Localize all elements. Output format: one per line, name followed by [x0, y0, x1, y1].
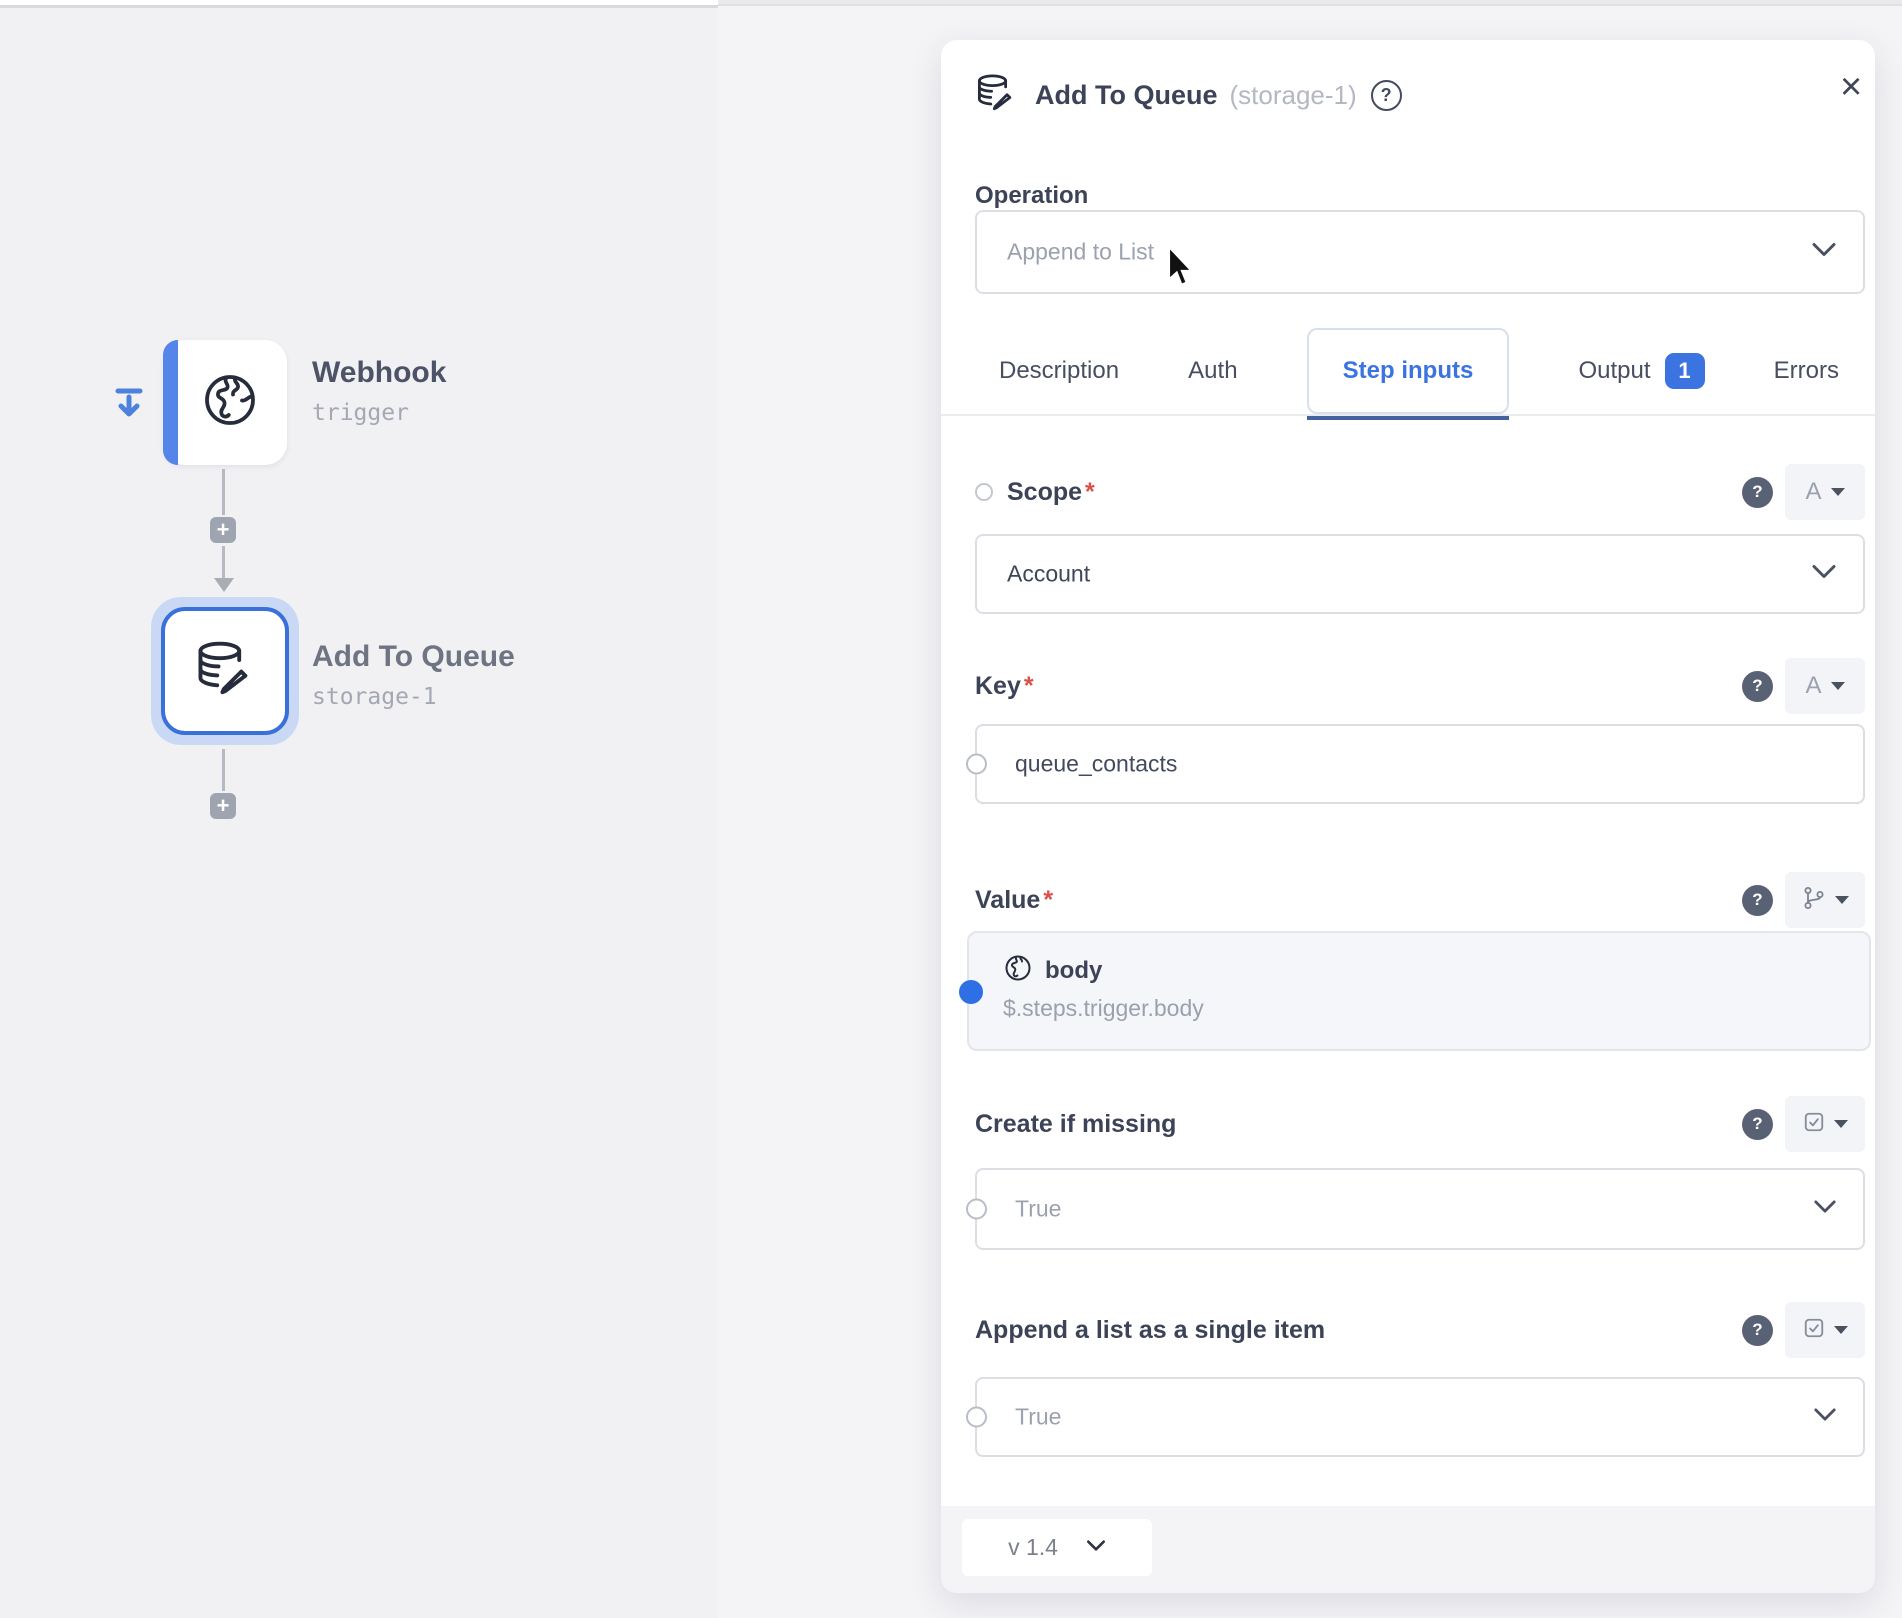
tabs-divider [941, 414, 1875, 416]
workflow-node-add-to-queue[interactable] [151, 597, 299, 745]
top-toolbar-edge [0, 0, 718, 8]
mapped-indicator-dot[interactable] [959, 980, 983, 1004]
create-if-missing-select[interactable]: True [975, 1168, 1865, 1250]
mapping-radio-icon[interactable] [966, 1407, 987, 1428]
step-config-panel: Add To Queue (storage-1) ? × Operation A… [941, 40, 1875, 1593]
operation-select[interactable]: Append to List [975, 210, 1865, 294]
help-icon[interactable]: ? [1742, 477, 1773, 508]
node-title-webhook: Webhook [312, 356, 446, 390]
required-asterisk: * [1024, 672, 1034, 701]
add-step-button[interactable]: + [210, 517, 236, 543]
selected-node-box [161, 607, 289, 735]
tab-output[interactable]: Output 1 [1578, 353, 1704, 389]
database-edit-icon [975, 72, 1017, 119]
triangle-down-icon [1835, 896, 1849, 904]
create-if-missing-value: True [1015, 1196, 1061, 1223]
globe-icon [190, 370, 260, 435]
mouse-cursor [1166, 246, 1200, 295]
required-asterisk: * [1085, 478, 1095, 507]
connector-line [222, 546, 225, 578]
append-single-label: Append a list as a single item [975, 1316, 1325, 1345]
globe-icon [1003, 953, 1033, 988]
mapping-radio-icon[interactable] [975, 483, 993, 501]
connector-line [222, 469, 225, 515]
node-title-add-to-queue: Add To Queue [312, 640, 515, 674]
version-value: v 1.4 [1008, 1534, 1058, 1561]
scope-value: Account [1007, 561, 1090, 588]
workflow-node-webhook[interactable] [163, 340, 287, 465]
append-single-row: Append a list as a single item ? [975, 1302, 1865, 1358]
trigger-indicator-bar [163, 340, 178, 465]
output-count-badge: 1 [1665, 353, 1705, 389]
triangle-down-icon [1834, 1120, 1848, 1128]
scope-field-row: Scope * ? A [975, 464, 1865, 520]
node-subtitle-webhook: trigger [312, 400, 409, 426]
scope-label: Scope [1007, 478, 1082, 507]
jump-to-step-icon[interactable] [109, 383, 149, 428]
text-type-icon: A [1805, 672, 1821, 700]
connector-line [222, 749, 225, 791]
value-mapped-field[interactable]: body $.steps.trigger.body [967, 931, 1871, 1051]
mapping-radio-icon[interactable] [966, 754, 987, 775]
token-name: body [1045, 957, 1102, 985]
field-type-selector[interactable] [1785, 1302, 1865, 1358]
chevron-down-icon [1811, 242, 1837, 263]
panel-footer: v 1.4 [941, 1506, 1875, 1593]
branch-type-icon [1802, 886, 1826, 915]
help-icon[interactable]: ? [1371, 80, 1402, 111]
chevron-down-icon [1811, 564, 1837, 585]
field-type-selector[interactable]: A [1785, 464, 1865, 520]
checkbox-type-icon [1803, 1111, 1825, 1138]
scope-select[interactable]: Account [975, 534, 1865, 614]
field-type-selector[interactable] [1785, 872, 1865, 928]
panel-header: Add To Queue (storage-1) ? [975, 70, 1841, 120]
field-type-selector[interactable] [1785, 1096, 1865, 1152]
tab-step-inputs-label: Step inputs [1343, 357, 1474, 385]
top-toolbar-edge-right [718, 0, 1902, 6]
help-icon[interactable]: ? [1742, 1109, 1773, 1140]
checkbox-type-icon [1803, 1317, 1825, 1344]
help-icon[interactable]: ? [1742, 671, 1773, 702]
panel-title: Add To Queue [1035, 80, 1218, 111]
connector-arrowhead [214, 578, 234, 592]
create-if-missing-row: Create if missing ? [975, 1096, 1865, 1152]
append-single-value: True [1015, 1404, 1061, 1431]
triangle-down-icon [1834, 1326, 1848, 1334]
mapped-token: body [1003, 953, 1102, 988]
tab-output-label: Output [1578, 357, 1650, 385]
node-subtitle-add-to-queue: storage-1 [312, 684, 437, 710]
create-if-missing-label: Create if missing [975, 1110, 1176, 1139]
value-label: Value [975, 886, 1040, 915]
tab-errors[interactable]: Errors [1774, 357, 1839, 385]
value-field-row: Value * ? [975, 872, 1865, 928]
version-select[interactable]: v 1.4 [962, 1519, 1152, 1576]
panel-tabs: Description Auth Step inputs Output 1 Er… [999, 328, 1839, 414]
text-type-icon: A [1805, 478, 1821, 506]
panel-instance-id: (storage-1) [1230, 80, 1357, 111]
chevron-down-icon [1813, 1199, 1837, 1219]
key-field-row: Key * ? A [975, 658, 1865, 714]
key-value: queue_contacts [1015, 751, 1177, 778]
triangle-down-icon [1831, 488, 1845, 496]
chevron-down-icon [1086, 1539, 1106, 1557]
tab-step-inputs[interactable]: Step inputs [1307, 328, 1510, 414]
triangle-down-icon [1831, 682, 1845, 690]
append-single-select[interactable]: True [975, 1377, 1865, 1457]
help-icon[interactable]: ? [1742, 1315, 1773, 1346]
close-icon[interactable]: × [1840, 68, 1862, 106]
key-label: Key [975, 672, 1021, 701]
tab-description[interactable]: Description [999, 357, 1119, 385]
database-edit-icon [194, 638, 256, 705]
required-asterisk: * [1043, 886, 1053, 915]
chevron-down-icon [1813, 1407, 1837, 1427]
mapping-radio-icon[interactable] [966, 1199, 987, 1220]
help-icon[interactable]: ? [1742, 885, 1773, 916]
add-step-button[interactable]: + [210, 793, 236, 819]
token-path: $.steps.trigger.body [1003, 995, 1204, 1022]
key-input[interactable]: queue_contacts [975, 724, 1865, 804]
field-type-selector[interactable]: A [1785, 658, 1865, 714]
operation-value: Append to List [1007, 239, 1154, 266]
tab-auth[interactable]: Auth [1188, 357, 1237, 385]
operation-label: Operation [975, 182, 1088, 210]
